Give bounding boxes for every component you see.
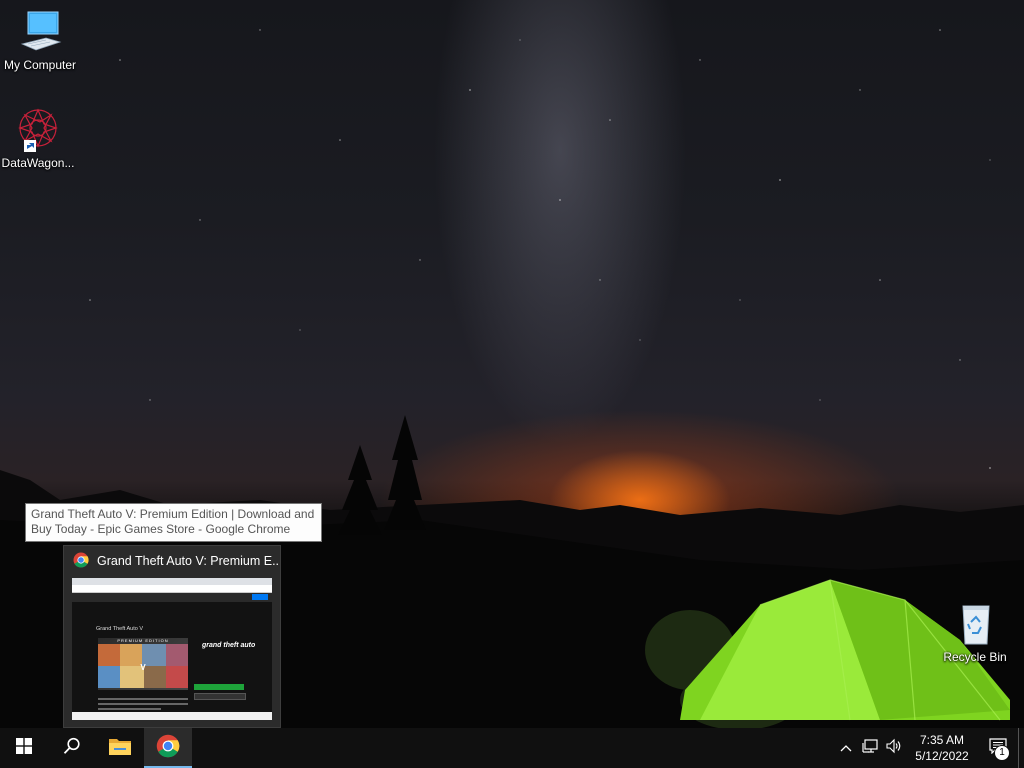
search-icon xyxy=(63,737,81,760)
network-button[interactable] xyxy=(858,728,882,768)
thumbnail-window-preview: Grand Theft Auto V PREMIUM EDITION V gra… xyxy=(72,578,272,720)
thumbnail-title: Grand Theft Auto V: Premium E... xyxy=(97,554,280,568)
desktop-icon-label: My Computer xyxy=(3,58,77,72)
preview-game-cover: PREMIUM EDITION V xyxy=(98,638,188,690)
preview-wishlist-button xyxy=(194,693,246,700)
windows-icon xyxy=(16,737,32,759)
desktop-icon-datawagon[interactable]: DataWagon... xyxy=(0,106,78,170)
preview-gta-logo: grand theft auto xyxy=(202,642,256,649)
taskbar-thumbnail-chrome[interactable]: Grand Theft Auto V: Premium E... Grand T… xyxy=(63,545,281,728)
recycle-bin-icon xyxy=(951,600,999,648)
show-desktop-button[interactable] xyxy=(1018,728,1024,768)
show-hidden-icons-button[interactable] xyxy=(834,728,858,768)
desktop-icon-recycle-bin[interactable]: Recycle Bin xyxy=(935,600,1015,664)
volume-button[interactable] xyxy=(882,728,906,768)
file-explorer-button[interactable] xyxy=(96,728,144,768)
tooltip-text: Grand Theft Auto V: Premium Edition | Do… xyxy=(31,507,315,536)
notification-count-badge: 1 xyxy=(994,745,1010,761)
chrome-icon xyxy=(156,734,180,763)
taskbar: 7:35 AM 5/12/2022 1 xyxy=(0,728,1024,768)
chevron-up-icon xyxy=(840,739,852,757)
chrome-taskbar-button[interactable] xyxy=(144,728,192,768)
start-button[interactable] xyxy=(0,728,48,768)
volume-icon xyxy=(886,738,902,759)
datawagon-shortcut-icon xyxy=(14,106,62,154)
desktop-icon-label: Recycle Bin xyxy=(943,650,1007,664)
action-center-button[interactable]: 1 xyxy=(978,728,1018,768)
search-button[interactable] xyxy=(48,728,96,768)
desktop-icon-label: DataWagon... xyxy=(1,156,75,170)
clock-date: 5/12/2022 xyxy=(915,749,969,763)
preview-description xyxy=(98,698,188,713)
thumbnail-header: Grand Theft Auto V: Premium E... xyxy=(64,546,280,576)
svg-text:V: V xyxy=(140,663,146,672)
computer-icon xyxy=(16,8,64,56)
taskbar-tooltip: Grand Theft Auto V: Premium Edition | Do… xyxy=(25,503,322,542)
clock[interactable]: 7:35 AM 5/12/2022 xyxy=(906,728,978,768)
network-icon xyxy=(862,738,878,759)
preview-heading: Grand Theft Auto V xyxy=(96,626,143,632)
chrome-icon xyxy=(73,552,89,571)
system-tray: 7:35 AM 5/12/2022 1 xyxy=(834,728,1024,768)
preview-buy-button xyxy=(194,684,244,690)
folder-icon xyxy=(108,736,132,761)
clock-time: 7:35 AM xyxy=(919,733,965,747)
desktop-icon-my-computer[interactable]: My Computer xyxy=(0,8,80,72)
